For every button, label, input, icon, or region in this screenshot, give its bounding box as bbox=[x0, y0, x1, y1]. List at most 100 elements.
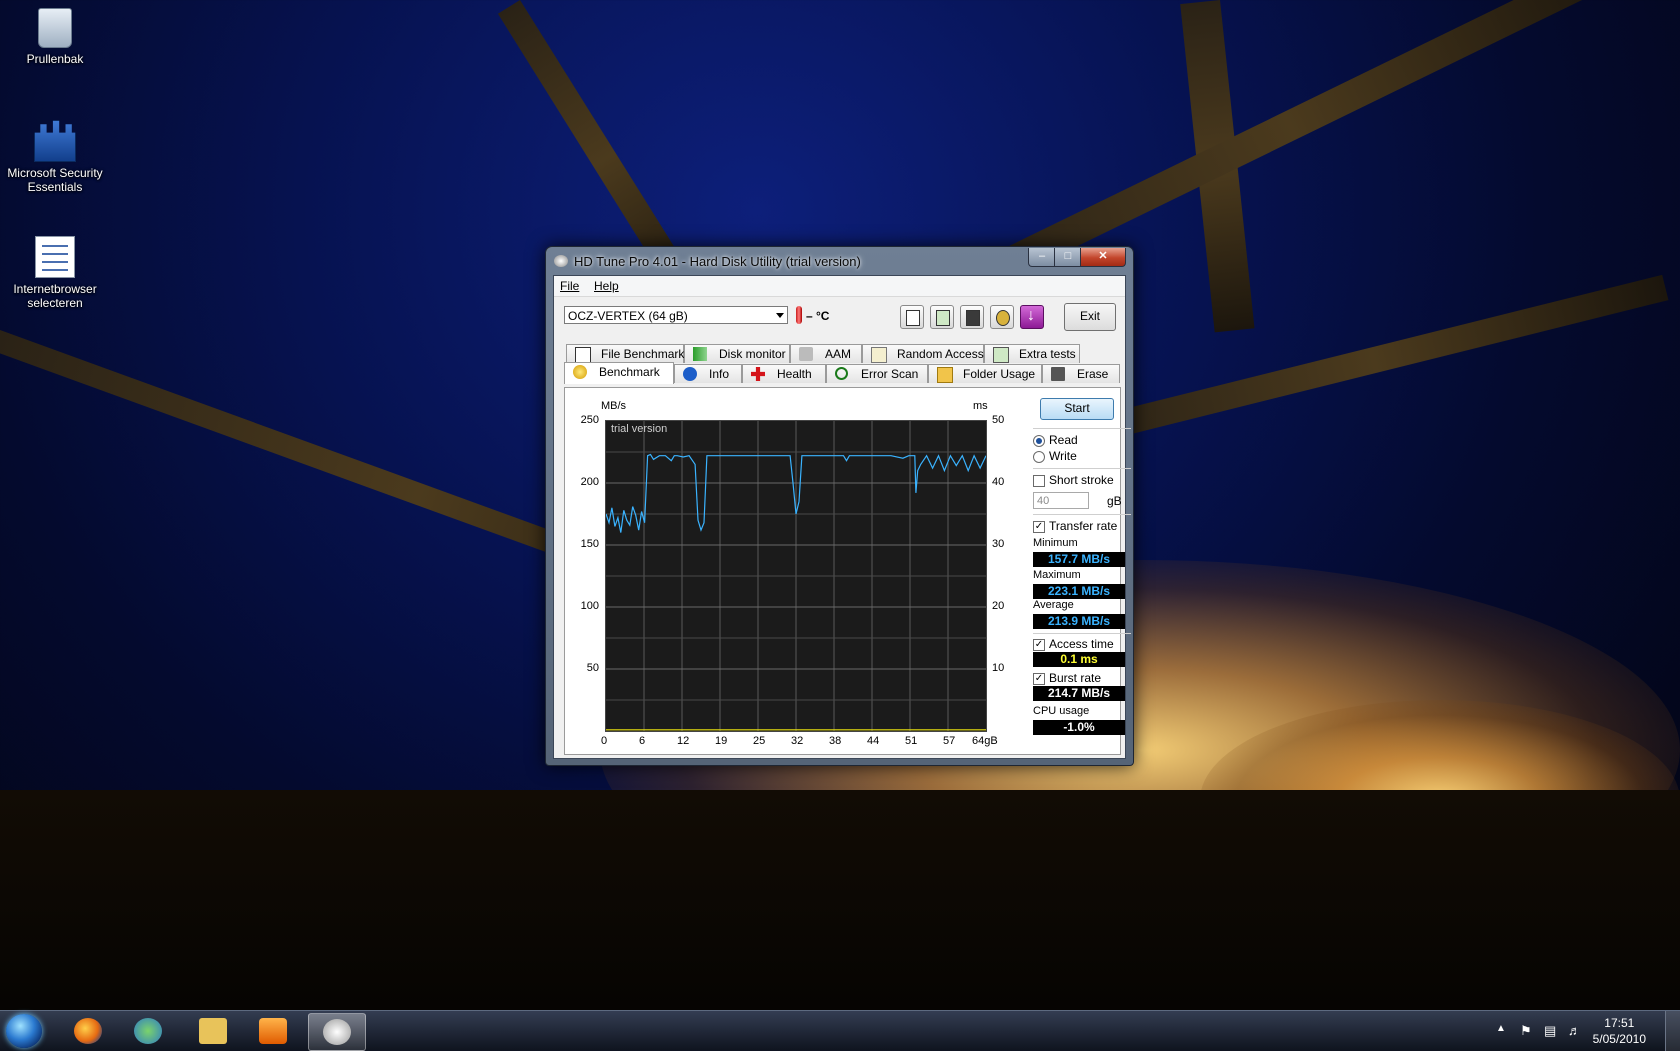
access-time-label: Access time bbox=[1049, 637, 1114, 651]
desktop-icon-label: Microsoft Security Essentials bbox=[7, 166, 103, 194]
magnifier-icon bbox=[835, 367, 848, 380]
minimize-button[interactable]: – bbox=[1028, 248, 1056, 267]
wallpaper-floor bbox=[0, 790, 1680, 1010]
separator bbox=[1033, 428, 1131, 429]
tray-clock[interactable]: 17:51 5/05/2010 bbox=[1593, 1015, 1646, 1047]
tab-file-benchmark[interactable]: File Benchmark bbox=[566, 344, 684, 363]
chevron-down-icon bbox=[776, 313, 784, 318]
taskbar-hdtune[interactable] bbox=[308, 1013, 366, 1051]
burst-rate-checkbox[interactable]: ✓ bbox=[1033, 673, 1045, 685]
short-stroke-label: Short stroke bbox=[1049, 473, 1114, 487]
menu-file[interactable]: File bbox=[560, 279, 579, 293]
average-value: 213.9 MB/s bbox=[1033, 614, 1125, 629]
tab-benchmark[interactable]: Benchmark bbox=[564, 362, 674, 384]
x-tick: 44 bbox=[867, 735, 880, 747]
explorer-icon bbox=[199, 1018, 227, 1044]
options-button[interactable] bbox=[990, 305, 1014, 329]
network-icon[interactable]: ▤ bbox=[1544, 1023, 1556, 1039]
access-time-checkbox[interactable]: ✓ bbox=[1033, 639, 1045, 651]
start-orb[interactable] bbox=[6, 1014, 42, 1048]
minimum-label: Minimum bbox=[1033, 537, 1078, 549]
media-player-icon bbox=[259, 1018, 287, 1044]
menu-help[interactable]: Help bbox=[594, 279, 619, 293]
random-access-icon bbox=[871, 347, 887, 363]
hdtune-app-icon bbox=[554, 255, 568, 267]
x-tick: 64gB bbox=[972, 735, 998, 747]
health-cross-icon bbox=[751, 367, 765, 381]
transfer-rate-label: Transfer rate bbox=[1049, 519, 1118, 533]
taskbar: ▲ ⚑ ▤ ♬ 17:51 5/05/2010 bbox=[0, 1010, 1680, 1051]
recycle-bin-icon bbox=[38, 8, 72, 48]
disk-monitor-icon bbox=[693, 347, 707, 361]
wallpaper-beam bbox=[0, 795, 1680, 803]
cpu-usage-value: -1.0% bbox=[1033, 720, 1125, 735]
tab-erase[interactable]: Erase bbox=[1042, 364, 1120, 383]
y-tick-left: 50 bbox=[586, 662, 599, 674]
tab-folder-usage[interactable]: Folder Usage bbox=[928, 364, 1042, 383]
maximize-button[interactable]: □ bbox=[1054, 248, 1082, 267]
benchmark-chart: trial version bbox=[605, 420, 987, 732]
x-tick: 51 bbox=[905, 735, 918, 747]
wallpaper-beam bbox=[1180, 0, 1255, 333]
start-button[interactable]: Start bbox=[1040, 398, 1114, 420]
drive-select[interactable]: OCZ-VERTEX (64 gB) bbox=[564, 306, 788, 324]
clock-time: 17:51 bbox=[1604, 1016, 1635, 1030]
tab-disk-monitor[interactable]: Disk monitor bbox=[684, 344, 790, 363]
save-icon bbox=[966, 310, 980, 326]
info-icon bbox=[683, 367, 697, 381]
benchmark-panel: MB/s ms 250 200 150 100 50 50 40 30 20 10 0 6 12 19… bbox=[564, 387, 1131, 755]
taskbar-media-player[interactable] bbox=[245, 1013, 301, 1049]
download-button[interactable]: ↓ bbox=[1020, 305, 1044, 329]
tab-health[interactable]: Health bbox=[742, 364, 826, 383]
messenger-icon bbox=[134, 1018, 162, 1044]
short-stroke-stepper[interactable]: 40 bbox=[1033, 492, 1089, 509]
folder-icon bbox=[937, 367, 953, 383]
access-time-value: 0.1 ms bbox=[1033, 652, 1125, 667]
tab-extra-tests[interactable]: Extra tests bbox=[984, 344, 1080, 363]
wallpaper-bridge-glow-far bbox=[1200, 700, 1680, 900]
save-button[interactable] bbox=[960, 305, 984, 329]
x-tick: 57 bbox=[943, 735, 956, 747]
copy-screenshot-icon bbox=[936, 310, 950, 326]
exit-button[interactable]: Exit bbox=[1064, 303, 1116, 331]
read-label: Read bbox=[1049, 433, 1078, 447]
y-tick-right: 40 bbox=[992, 476, 1005, 488]
desktop-icon-security-essentials[interactable]: Microsoft Security Essentials bbox=[0, 120, 110, 194]
tab-info[interactable]: Info bbox=[674, 364, 742, 383]
x-tick: 19 bbox=[715, 735, 728, 747]
options-icon bbox=[996, 310, 1010, 326]
copy-text-icon bbox=[906, 310, 920, 326]
show-desktop-button[interactable] bbox=[1665, 1011, 1680, 1051]
desktop-icon-browser-choice[interactable]: Internetbrowser selecteren bbox=[0, 236, 110, 310]
security-castle-icon bbox=[34, 120, 76, 162]
minimum-value: 157.7 MB/s bbox=[1033, 552, 1125, 567]
write-label: Write bbox=[1049, 449, 1077, 463]
trash-icon bbox=[1051, 367, 1065, 381]
copy-text-button[interactable] bbox=[900, 305, 924, 329]
action-center-flag-icon[interactable]: ⚑ bbox=[1520, 1023, 1532, 1039]
write-radio[interactable] bbox=[1033, 451, 1045, 463]
volume-icon[interactable]: ♬ bbox=[1568, 1023, 1581, 1038]
read-radio[interactable] bbox=[1033, 435, 1045, 447]
speaker-icon bbox=[799, 347, 813, 361]
short-stroke-unit: gB bbox=[1107, 494, 1122, 508]
tab-random-access[interactable]: Random Access bbox=[862, 344, 984, 363]
taskbar-explorer[interactable] bbox=[185, 1013, 241, 1049]
browser-list-icon bbox=[35, 236, 75, 278]
menu-bar: File Help bbox=[554, 276, 1125, 297]
short-stroke-checkbox[interactable] bbox=[1033, 475, 1045, 487]
close-button[interactable]: ✕ bbox=[1080, 248, 1126, 267]
taskbar-messenger[interactable] bbox=[120, 1013, 176, 1049]
tray-overflow-icon[interactable]: ▲ bbox=[1496, 1023, 1506, 1034]
taskbar-firefox[interactable] bbox=[60, 1013, 116, 1049]
copy-screenshot-button[interactable] bbox=[930, 305, 954, 329]
desktop-icon-recycle-bin[interactable]: Prullenbak bbox=[0, 8, 110, 66]
bulb-icon bbox=[573, 365, 587, 379]
maximum-label: Maximum bbox=[1033, 569, 1081, 581]
title-bar[interactable]: HD Tune Pro 4.01 - Hard Disk Utility (tr… bbox=[546, 247, 1133, 275]
firefox-icon bbox=[74, 1018, 102, 1044]
transfer-rate-checkbox[interactable]: ✓ bbox=[1033, 521, 1045, 533]
tab-error-scan[interactable]: Error Scan bbox=[826, 364, 928, 383]
x-tick: 6 bbox=[639, 735, 646, 747]
tab-aam[interactable]: AAM bbox=[790, 344, 862, 363]
